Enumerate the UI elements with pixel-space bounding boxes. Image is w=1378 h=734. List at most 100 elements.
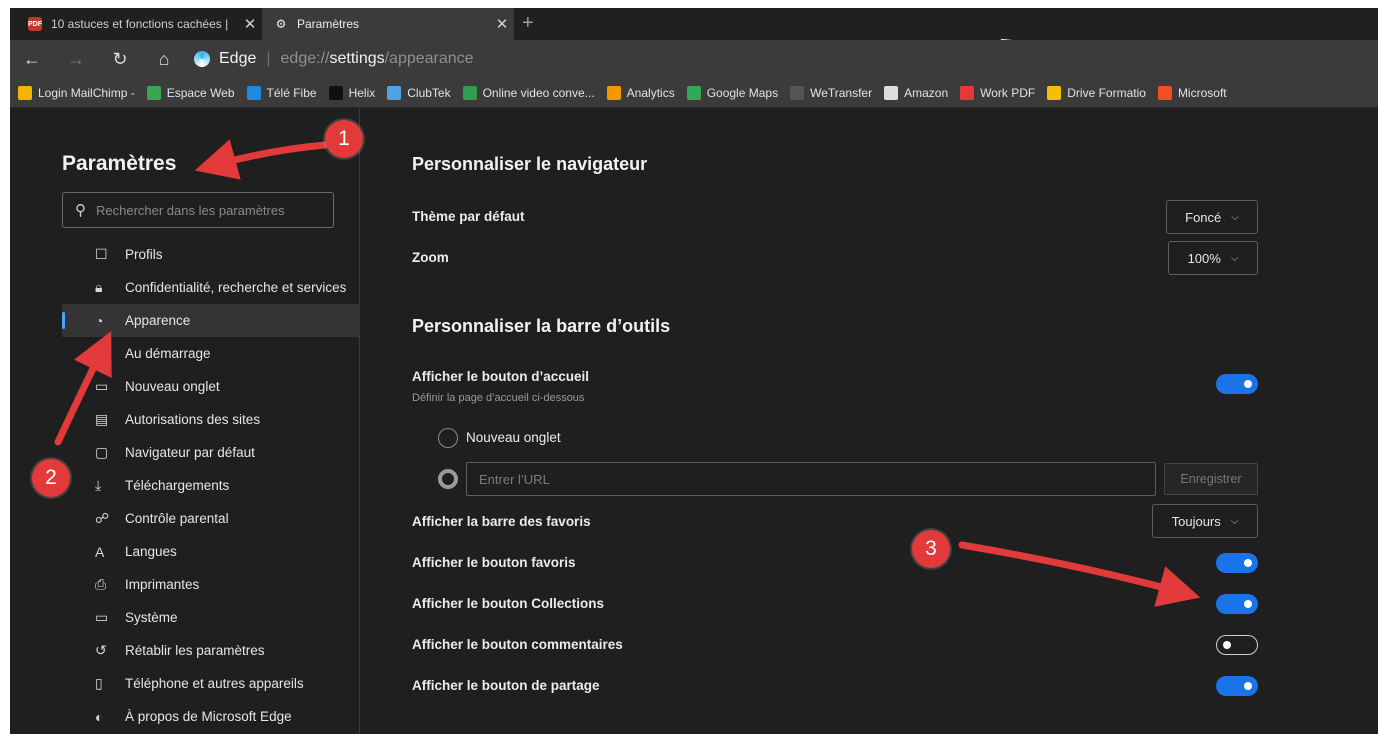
edge-icon (194, 51, 210, 67)
url-field[interactable] (466, 462, 1156, 496)
sidebar-item-site-permissions[interactable]: ▤ Autorisations des sites (62, 403, 360, 436)
share-label: Afficher le bouton de partage (412, 678, 600, 693)
sidebar-item-label: Navigateur par défaut (125, 445, 255, 460)
theme-dropdown[interactable]: Foncé ⌵ (1166, 200, 1258, 234)
favorite-item[interactable]: ClubTek (387, 85, 451, 100)
favorite-item[interactable]: Espace Web (146, 85, 235, 100)
save-button[interactable]: Enregistrer (1164, 463, 1258, 495)
sidebar-item-printer[interactable]: ⎙ Imprimantes (62, 568, 360, 601)
favorite-item[interactable]: Drive Formatio (1047, 85, 1146, 100)
home-button-label: Afficher le bouton d’accueil (412, 369, 590, 384)
refresh-button[interactable]: ↻ (98, 49, 142, 70)
favorite-item[interactable]: Analytics (606, 85, 675, 100)
forward-button[interactable]: → (54, 49, 98, 70)
edge-icon: ◐ (95, 708, 104, 725)
theme-label: Thème par défaut (412, 209, 525, 224)
share-toggle[interactable] (1216, 676, 1258, 696)
download-icon: ⤓ (95, 477, 102, 493)
address-url[interactable]: edge://settings/appearance (281, 50, 474, 68)
share-row: Afficher le bouton de partage (412, 674, 1258, 698)
phone-icon: ▯ (95, 675, 103, 691)
browser-window: PDF 10 astuces et fonctions cachées | ✕ … (10, 8, 1378, 734)
favorite-item[interactable]: Télé Fibe (246, 85, 317, 100)
tab-title: 10 astuces et fonctions cachées | (51, 17, 229, 31)
sidebar-item-label: Autorisations des sites (125, 412, 261, 427)
sidebar-item-phone[interactable]: ▯ Téléphone et autres appareils (62, 667, 360, 700)
sidebar-item-label: Imprimantes (125, 577, 200, 592)
favorite-item[interactable]: WeTransfer (790, 85, 873, 100)
pdf-icon: PDF (28, 17, 42, 31)
home-button-toggle[interactable] (1216, 374, 1258, 394)
new-tab-button[interactable]: + (522, 12, 534, 35)
favicon-icon (1157, 85, 1172, 100)
tab-settings[interactable]: ⚙ Paramètres ✕ (262, 8, 514, 40)
sidebar-item-reset[interactable]: ↺ Rétablir les paramètres (62, 634, 360, 667)
collections-toggle[interactable] (1216, 594, 1258, 614)
radio-url[interactable] (438, 469, 458, 489)
favorite-label: Télé Fibe (266, 85, 317, 100)
favorite-item[interactable]: Google Maps (686, 85, 778, 100)
favorites-bar-dropdown[interactable]: Toujours ⌵ (1152, 504, 1258, 538)
address-bar[interactable]: Edge | edge://settings/appearance (194, 50, 474, 68)
sidebar-item-language[interactable]: A Langues (62, 535, 360, 568)
favorite-label: Analytics (626, 85, 675, 100)
favorite-item[interactable]: Online video conve... (462, 85, 595, 100)
sidebar-item-power[interactable]: ⏻ Au démarrage (62, 337, 360, 370)
settings-search[interactable]: ⚲ (62, 192, 334, 228)
favorite-item[interactable]: Microsoft (1157, 85, 1227, 100)
sidebar-item-edge[interactable]: ◐ À propos de Microsoft Edge (62, 700, 360, 733)
favicon-icon (1047, 85, 1062, 100)
chevron-down-icon: ⌵ (1231, 211, 1239, 223)
sidebar-item-download[interactable]: ⤓ Téléchargements (62, 469, 360, 502)
sidebar-item-new-tab[interactable]: ▭ Nouveau onglet (62, 370, 360, 403)
section-title-toolbar: Personnaliser la barre d’outils (412, 316, 671, 336)
home-button[interactable]: ⌂ (142, 49, 186, 70)
theme-row: Thème par défaut Foncé ⌵ (412, 200, 1258, 234)
address-toolbar: ← → ↻ ⌂ Edge | edge://settings/appearanc… (10, 40, 1378, 78)
new-tab-icon: ▭ (95, 378, 109, 394)
favorites-button-toggle[interactable] (1216, 553, 1258, 573)
tab-strip: PDF 10 astuces et fonctions cachées | ✕ … (10, 8, 1378, 54)
favorite-item[interactable]: Work PDF (960, 85, 1035, 100)
favorite-label: Microsoft (1177, 85, 1227, 100)
sidebar-item-label: Confidentialité, recherche et services (125, 280, 347, 295)
chevron-down-icon: ⌵ (1230, 252, 1239, 264)
favorite-label: WeTransfer (810, 85, 873, 100)
sidebar-item-label: Système (125, 610, 178, 625)
chevron-down-icon: ⌵ (1230, 515, 1239, 527)
radio-new-tab[interactable] (438, 428, 458, 448)
sidebar-item-family[interactable]: ☍ Contrôle parental (62, 502, 360, 535)
comments-toggle[interactable] (1216, 635, 1258, 655)
close-tab-icon[interactable]: ✕ (238, 15, 262, 33)
settings-content: Paramètres ⚲ ☐ Profils 🔒︎ Confidentialité, … (10, 108, 1378, 734)
url-input[interactable] (479, 471, 1079, 487)
zoom-dropdown[interactable]: 100% ⌵ (1168, 241, 1258, 275)
sidebar-item-label: Contrôle parental (125, 511, 229, 526)
sidebar-item-lock[interactable]: 🔒︎ Confidentialité, recherche et services (62, 271, 360, 304)
family-icon: ☍ (95, 510, 110, 526)
sidebar-item-palette[interactable]: ◔ Apparence (62, 304, 360, 337)
favorite-label: ClubTek (407, 85, 451, 100)
favorite-label: Helix (348, 85, 376, 100)
sidebar-item-profile[interactable]: ☐ Profils (62, 238, 360, 271)
back-button[interactable]: ← (10, 49, 54, 70)
close-tab-icon[interactable]: ✕ (490, 15, 514, 33)
language-icon: A (95, 543, 105, 560)
favorite-label: Drive Formatio (1067, 85, 1146, 100)
favorite-item[interactable]: Helix (328, 85, 376, 100)
favorite-label: Espace Web (166, 85, 235, 100)
favorite-label: Online video conve... (482, 85, 595, 100)
favorite-item[interactable]: Amazon (884, 85, 948, 100)
tab-article[interactable]: PDF 10 astuces et fonctions cachées | ✕ (10, 8, 262, 40)
appearance-panel: Personnaliser le navigateur Thème par dé… (412, 108, 1258, 734)
sidebar-item-label: Rétablir les paramètres (125, 643, 265, 658)
annotation-badge-2: 2 (32, 459, 70, 497)
radio-new-tab-label: Nouveau onglet (466, 430, 561, 445)
sidebar-item-system[interactable]: ▭ Système (62, 601, 360, 634)
system-icon: ▭ (95, 609, 109, 625)
favorite-item[interactable]: Login MailChimp - (18, 85, 135, 100)
browser-icon: ▢ (95, 444, 109, 460)
search-input[interactable] (96, 202, 316, 218)
sidebar-item-label: Langues (125, 544, 177, 559)
sidebar-item-browser[interactable]: ▢ Navigateur par défaut (62, 436, 360, 469)
